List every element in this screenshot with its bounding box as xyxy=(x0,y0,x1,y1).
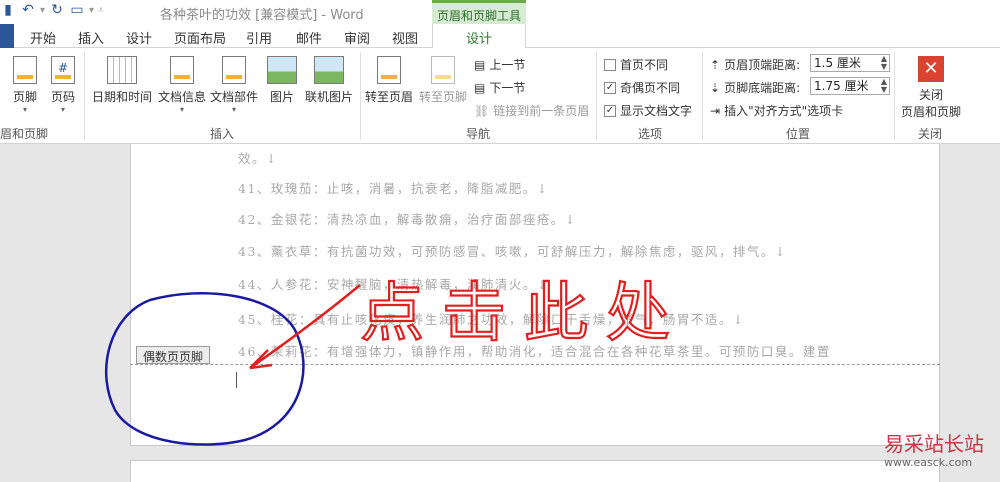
group-label-options: 选项 xyxy=(638,127,663,141)
alignment-tab-icon: ⇥ xyxy=(710,103,721,118)
checkbox-checked[interactable]: ✓ xyxy=(604,104,616,117)
customize-qat-icon[interactable]: ⩡ xyxy=(98,5,104,16)
spin-arrows-icon[interactable]: ▲ ▼ xyxy=(881,55,887,71)
ribbon: 页脚 ▾ # 页码 ▾ 眉和页脚 日期和时间 文档信息 ▾ 文档部件 ▾ 图片 xyxy=(0,48,1000,144)
diff-first-page-checkbox[interactable]: 首页不同 xyxy=(604,56,668,73)
paragraph-line: 42、金银花：清热凉血，解毒散痈，治疗面部痤疮。↓ xyxy=(238,212,577,227)
picture-button[interactable]: 图片 xyxy=(264,56,300,105)
picture-icon xyxy=(267,56,297,84)
goto-footer-icon xyxy=(431,56,455,84)
header-distance-icon: ⇡ xyxy=(710,57,721,72)
file-tab[interactable] xyxy=(0,24,14,48)
show-doc-text-checkbox[interactable]: ✓ 显示文档文字 xyxy=(604,102,692,119)
doc-info-icon xyxy=(170,56,194,84)
redo-icon[interactable]: ↻ xyxy=(49,2,65,18)
spin-arrows-icon[interactable]: ▲ ▼ xyxy=(881,78,887,94)
group-label-insert: 插入 xyxy=(210,127,235,141)
checkbox-unchecked[interactable] xyxy=(604,58,616,71)
next-section-button[interactable]: ▤ 下一节 xyxy=(474,79,525,96)
link-icon: ⛓ xyxy=(474,103,490,118)
tab-header-footer-design[interactable]: 设计 xyxy=(432,24,526,49)
link-to-previous-button[interactable]: ⛓ 链接到前一条页眉 xyxy=(474,102,589,119)
footer-icon xyxy=(13,56,37,84)
even-page-footer-tag: 偶数页页脚 xyxy=(136,346,211,364)
group-separator xyxy=(596,52,597,140)
group-separator xyxy=(702,52,703,140)
calendar-clock-icon xyxy=(107,56,137,84)
tab-insert[interactable]: 插入 xyxy=(78,28,104,47)
quick-access-toolbar: ▮ ↶ ▾ ↻ ▭ ▾ ⩡ xyxy=(0,2,104,18)
close-icon: ✕ xyxy=(918,56,944,82)
goto-header-icon xyxy=(377,56,401,84)
paragraph-line: 45、桂花：具有止咳化痰，养生润肺之功效，解除口干舌燥，胀气，肠胃不适。↓ xyxy=(238,312,745,327)
dropdown-icon[interactable]: ▾ xyxy=(40,5,45,16)
group-separator xyxy=(360,52,361,140)
prev-section-button[interactable]: ▤ 上一节 xyxy=(474,56,525,73)
next-page[interactable] xyxy=(130,460,940,482)
checkbox-checked[interactable]: ✓ xyxy=(604,81,616,94)
doc-parts-icon xyxy=(222,56,246,84)
close-header-footer-button[interactable]: ✕ 关闭 页眉和页脚 xyxy=(898,56,964,120)
goto-footer-button[interactable]: 转至页脚 xyxy=(416,56,470,105)
tab-design[interactable]: 设计 xyxy=(126,28,152,47)
footer-distance-icon: ⇣ xyxy=(710,80,721,95)
group-label-position: 位置 xyxy=(786,127,811,141)
paragraph-line: 41、玫瑰茄：止咳，消暑，抗衰老，降脂减肥。↓ xyxy=(238,181,549,196)
undo-icon[interactable]: ↶ xyxy=(20,2,36,18)
page-number-button[interactable]: # 页码 ▾ xyxy=(48,56,78,114)
next-section-icon: ▤ xyxy=(474,80,486,95)
context-tab-group-label: 页眉和页脚工具 xyxy=(432,0,526,26)
save-icon[interactable]: ▮ xyxy=(0,2,16,18)
dropdown-icon[interactable]: ▾ xyxy=(89,5,94,16)
word-window: { "window": { "title": "各种茶叶的功效 [兼容模式] -… xyxy=(0,0,1000,482)
tab-references[interactable]: 引用 xyxy=(246,28,272,47)
header-top-distance-input[interactable]: 1.5 厘米 ▲ ▼ xyxy=(810,54,890,72)
footer-bottom-distance-input[interactable]: 1.75 厘米 ▲ ▼ xyxy=(810,77,890,95)
insert-alignment-tab-button[interactable]: ⇥ 插入"对齐方式"选项卡 xyxy=(710,102,843,119)
page-number-icon: # xyxy=(51,56,75,84)
paragraph-line: 46、茉莉花：有增强体力，镇静作用，帮助消化，适合混合在各种花草茶里。可预防口臭… xyxy=(238,344,831,359)
paragraph-line: 43、薰衣草：有抗菌功效，可预防感冒、咳嗽，可舒解压力，解除焦虑，驱风，排气。↓ xyxy=(238,244,787,259)
tab-mailings[interactable]: 邮件 xyxy=(296,28,322,47)
text-cursor[interactable] xyxy=(236,372,237,388)
group-label-navigation: 导航 xyxy=(466,127,491,141)
online-picture-button[interactable]: 联机图片 xyxy=(302,56,356,105)
site-watermark-url: www.easck.com xyxy=(884,456,973,469)
tab-home[interactable]: 开始 xyxy=(30,28,56,47)
prev-section-icon: ▤ xyxy=(474,57,486,72)
footer-boundary xyxy=(130,364,940,365)
tab-page-layout[interactable]: 页面布局 xyxy=(174,28,226,47)
footer-button[interactable]: 页脚 ▾ xyxy=(8,56,42,114)
paragraph-line: 效。↓ xyxy=(238,151,278,166)
doc-info-button[interactable]: 文档信息 ▾ xyxy=(156,56,208,114)
diff-odd-even-checkbox[interactable]: ✓ 奇偶页不同 xyxy=(604,79,680,96)
group-separator xyxy=(894,52,895,140)
doc-parts-button[interactable]: 文档部件 ▾ xyxy=(208,56,260,114)
tab-review[interactable]: 审阅 xyxy=(344,28,370,47)
layout-icon[interactable]: ▭ xyxy=(69,2,85,18)
goto-header-button[interactable]: 转至页眉 xyxy=(362,56,416,105)
document-title: 各种茶叶的功效 [兼容模式] - Word xyxy=(160,8,364,23)
date-time-button[interactable]: 日期和时间 xyxy=(90,56,154,105)
online-picture-icon xyxy=(314,56,344,84)
ribbon-tabs: 开始 插入 设计 页面布局 引用 邮件 审阅 视图 设计 xyxy=(0,24,1000,49)
document-area: 效。↓ 41、玫瑰茄：止咳，消暑，抗衰老，降脂减肥。↓ 42、金银花：清热凉血，… xyxy=(0,144,1000,482)
site-watermark: 易采站长站 xyxy=(884,432,984,456)
header-top-distance-label: ⇡ 页眉顶端距离: xyxy=(710,57,801,73)
group-label-close: 关闭 xyxy=(918,127,943,141)
paragraph-line: 44、人参花：安神醒脑，清热解毒，润肺清火。↓ xyxy=(238,277,549,292)
footer-bottom-distance-label: ⇣ 页脚底端距离: xyxy=(710,80,801,96)
tab-view[interactable]: 视图 xyxy=(392,28,418,47)
group-label-header-footer: 眉和页脚 xyxy=(0,127,49,141)
group-separator xyxy=(84,52,85,140)
